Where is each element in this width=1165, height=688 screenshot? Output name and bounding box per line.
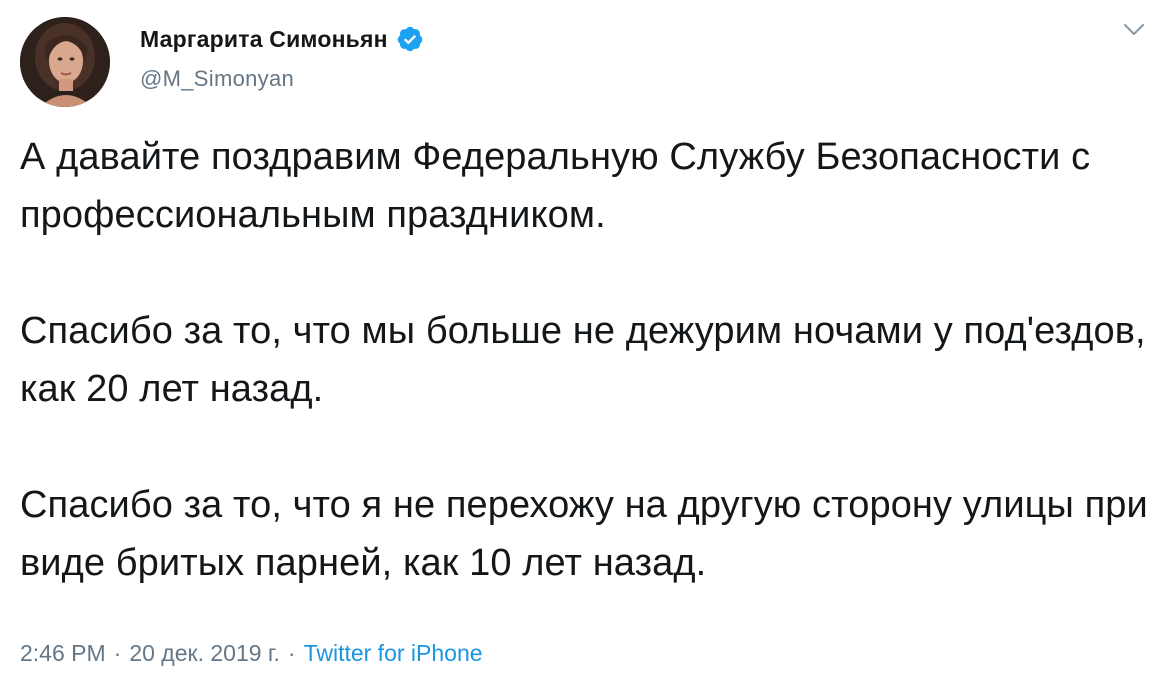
chevron-down-icon[interactable]: [1123, 22, 1145, 38]
tweet-meta: 2:46 PM · 20 дек. 2019 г. · Twitter for iPho…: [20, 640, 483, 667]
author-block: Маргарита Симоньян @M_Simonyan: [140, 22, 424, 92]
tweet-date[interactable]: 20 дек. 2019 г.: [129, 640, 280, 666]
avatar-image: [20, 17, 110, 107]
meta-separator: ·: [113, 640, 122, 666]
meta-separator: ·: [287, 640, 296, 666]
handle[interactable]: @M_Simonyan: [140, 66, 424, 92]
tweet-paragraph: Спасибо за то, что мы больше не дежурим …: [20, 310, 1146, 410]
tweet-paragraph: Спасибо за то, что я не перехожу на друг…: [20, 484, 1148, 584]
tweet-time[interactable]: 2:46 PM: [20, 640, 106, 666]
tweet-text: А давайте поздравим Федеральную Службу Б…: [20, 128, 1155, 592]
verified-badge-icon: [396, 25, 424, 53]
name-row: Маргарита Симоньян: [140, 22, 424, 56]
display-name[interactable]: Маргарита Симоньян: [140, 26, 388, 53]
tweet-paragraph: А давайте поздравим Федеральную Службу Б…: [20, 136, 1091, 236]
avatar[interactable]: [20, 17, 110, 107]
tweet-source-link[interactable]: Twitter for iPhone: [304, 640, 483, 666]
tweet-card: Маргарита Симоньян @M_Simonyan А давайте…: [0, 0, 1165, 688]
